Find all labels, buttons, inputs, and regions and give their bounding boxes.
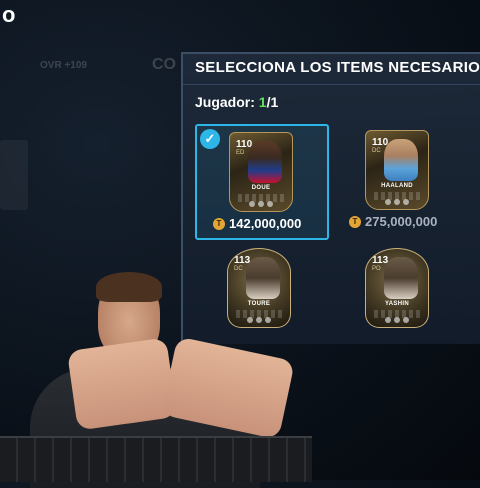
player-slot-doue[interactable]: ✓ 110 ED DOUE T 142,000,000 xyxy=(195,124,329,240)
coin-icon: T xyxy=(213,217,225,230)
streamer-left-hand xyxy=(66,337,178,431)
check-icon: ✓ xyxy=(200,129,220,149)
player-card[interactable]: 110 ED DOUE xyxy=(229,132,293,212)
card-price: T 142,000,000 xyxy=(213,216,301,231)
card-price: T 275,000,000 xyxy=(349,214,437,229)
background-ovr-text: OVR +109 xyxy=(40,60,87,71)
background-tile xyxy=(0,140,28,210)
player-portrait xyxy=(384,139,418,181)
card-player-name: DOUE xyxy=(251,185,271,191)
card-badges xyxy=(366,199,428,205)
player-count-selected: 1 xyxy=(258,94,267,110)
card-badges xyxy=(366,317,428,323)
card-price-value: 142,000,000 xyxy=(229,216,302,231)
card-position: PO xyxy=(372,266,381,272)
card-position: DC xyxy=(372,148,381,154)
keyboard xyxy=(0,436,312,482)
divider xyxy=(183,84,480,85)
player-portrait xyxy=(248,141,282,183)
streamer-overlay xyxy=(0,258,312,488)
player-count: Jugador: 1/1 xyxy=(195,94,278,110)
player-card[interactable]: 113 PO YASHIN xyxy=(365,248,429,328)
card-player-name: HAALAND xyxy=(381,183,413,189)
app-logo: o xyxy=(2,2,16,27)
player-count-total: /1 xyxy=(266,94,279,110)
player-portrait xyxy=(384,257,418,299)
panel-title: SELECCIONA LOS ITEMS NECESARIOS xyxy=(195,59,480,76)
card-position: ED xyxy=(236,150,245,156)
coin-icon: T xyxy=(349,215,361,228)
streamer-hair xyxy=(96,272,162,302)
background-section-text: CO xyxy=(152,56,176,73)
player-slot-yashin[interactable]: 113 PO YASHIN xyxy=(333,242,463,354)
card-badges xyxy=(230,201,292,207)
player-slot-haaland[interactable]: 110 DC HAALAND T 275,000,000 xyxy=(333,124,463,236)
player-count-label: Jugador: xyxy=(195,94,255,110)
card-price-value: 275,000,000 xyxy=(365,214,438,229)
player-card[interactable]: 110 DC HAALAND xyxy=(365,130,429,210)
card-player-name: YASHIN xyxy=(385,301,409,307)
